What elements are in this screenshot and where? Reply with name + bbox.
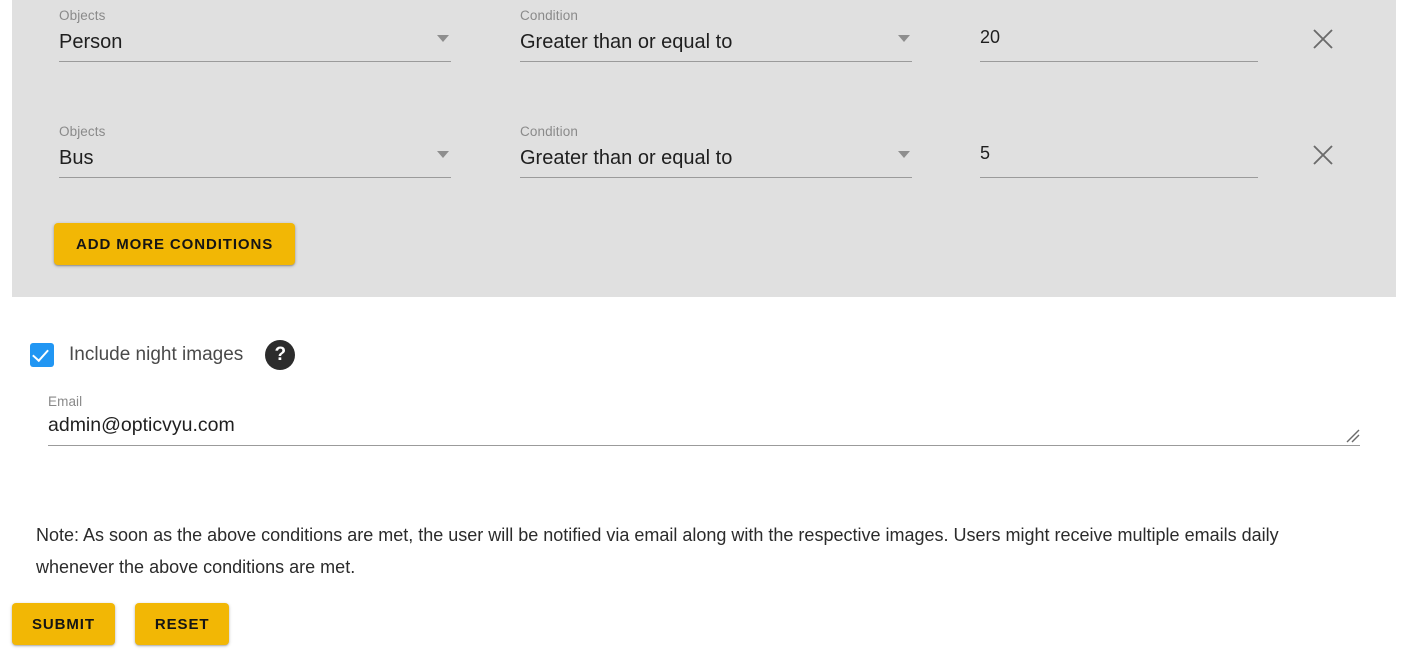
email-field-label: Email bbox=[48, 394, 83, 409]
footer-actions: SUBMIT RESET bbox=[12, 603, 230, 645]
condition-select-label: Condition bbox=[520, 8, 578, 23]
note-text: Note: As soon as the above conditions ar… bbox=[36, 525, 1279, 577]
chevron-down-icon bbox=[898, 151, 910, 158]
threshold-input-0[interactable]: 20 bbox=[980, 2, 1258, 62]
field-underline bbox=[59, 61, 451, 62]
resize-grip-icon[interactable] bbox=[1346, 429, 1360, 443]
field-underline bbox=[520, 61, 912, 62]
object-select-label: Objects bbox=[59, 124, 106, 139]
field-underline bbox=[980, 177, 1258, 178]
close-icon bbox=[1313, 145, 1333, 165]
conditions-panel: Objects Person Condition Greater than or… bbox=[12, 0, 1396, 297]
condition-row: Objects Bus Condition Greater than or eq… bbox=[12, 116, 1396, 186]
include-night-images-label: Include night images bbox=[69, 344, 244, 365]
field-underline bbox=[48, 445, 1360, 446]
threshold-input-value: 20 bbox=[980, 27, 1001, 47]
object-select-label: Objects bbox=[59, 8, 106, 23]
condition-select-value: Greater than or equal to bbox=[520, 31, 733, 53]
email-field[interactable]: Email admin@opticvyu.com bbox=[48, 394, 1360, 446]
field-underline bbox=[980, 61, 1258, 62]
remove-condition-button-0[interactable] bbox=[1306, 22, 1340, 56]
condition-select-0[interactable]: Condition Greater than or equal to bbox=[520, 2, 912, 62]
object-select-value: Bus bbox=[59, 147, 94, 169]
object-select-0[interactable]: Objects Person bbox=[59, 2, 451, 62]
field-underline bbox=[520, 177, 912, 178]
close-icon bbox=[1313, 29, 1333, 49]
object-select-value: Person bbox=[59, 31, 123, 53]
chevron-down-icon bbox=[437, 151, 449, 158]
condition-select-value: Greater than or equal to bbox=[520, 147, 733, 169]
threshold-input-1[interactable]: 5 bbox=[980, 118, 1258, 178]
threshold-input-value: 5 bbox=[980, 143, 991, 163]
field-underline bbox=[59, 177, 451, 178]
reset-button[interactable]: RESET bbox=[134, 603, 230, 645]
condition-select-label: Condition bbox=[520, 124, 578, 139]
object-select-1[interactable]: Objects Bus bbox=[59, 118, 451, 178]
condition-row: Objects Person Condition Greater than or… bbox=[12, 0, 1396, 70]
include-night-images-group: Include night images ? bbox=[30, 340, 296, 370]
add-more-conditions-button[interactable]: ADD MORE CONDITIONS bbox=[54, 223, 296, 265]
condition-select-1[interactable]: Condition Greater than or equal to bbox=[520, 118, 912, 178]
help-icon[interactable]: ? bbox=[265, 340, 296, 370]
remove-condition-button-1[interactable] bbox=[1306, 138, 1340, 172]
email-field-value: admin@opticvyu.com bbox=[48, 414, 235, 436]
check-icon bbox=[32, 344, 49, 363]
submit-button[interactable]: SUBMIT bbox=[12, 603, 115, 645]
include-night-images-checkbox[interactable] bbox=[30, 343, 54, 367]
chevron-down-icon bbox=[898, 35, 910, 42]
chevron-down-icon bbox=[437, 35, 449, 42]
